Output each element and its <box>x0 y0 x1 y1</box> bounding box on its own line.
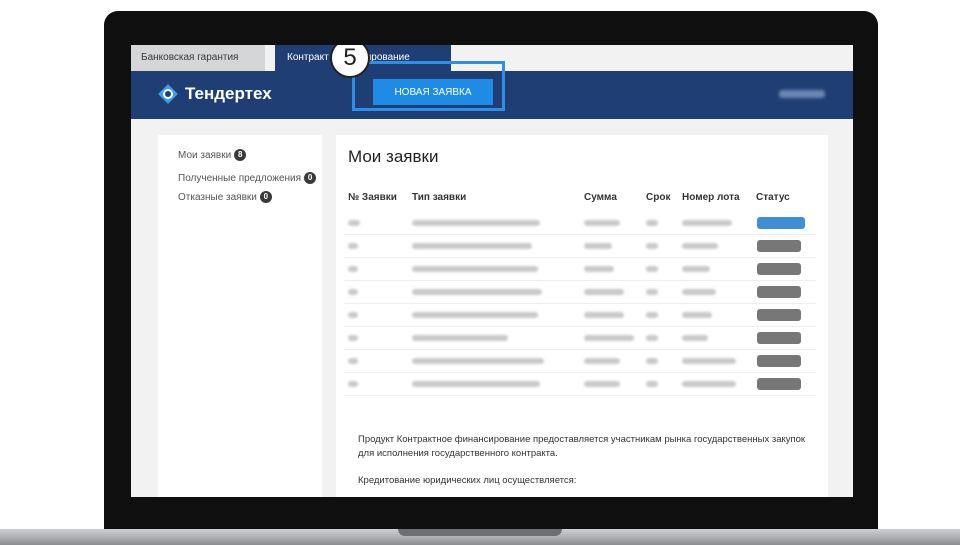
column-header-lot[interactable]: Номер лота <box>682 192 740 203</box>
table-row[interactable] <box>336 327 828 350</box>
blurred-cell <box>646 312 658 318</box>
blurred-cell <box>646 220 658 226</box>
sidebar-item-my-requests[interactable]: Мои заявки 8 <box>178 149 247 161</box>
blurred-cell <box>348 220 360 226</box>
row-divider <box>344 395 816 396</box>
blurred-cell <box>348 289 358 295</box>
blurred-cell <box>412 289 542 295</box>
blurred-cell <box>348 335 358 341</box>
blurred-cell <box>584 266 614 272</box>
blurred-cell <box>646 289 658 295</box>
blurred-cell <box>646 243 658 249</box>
brand-name: Тендертех <box>185 84 272 103</box>
status-badge <box>757 286 801 298</box>
app-screen: Банковская гарантия Контракт сирование Те… <box>131 45 853 497</box>
sidebar-item-label: Полученные предложения <box>178 172 302 184</box>
user-menu[interactable] <box>779 90 825 98</box>
blurred-cell <box>682 289 716 295</box>
product-description: Продукт Контрактное финансирование предо… <box>358 434 806 459</box>
status-badge <box>757 217 805 229</box>
blurred-cell <box>348 266 358 272</box>
tab-label-part1: Контракт <box>287 52 329 63</box>
blurred-cell <box>682 243 718 249</box>
blurred-cell <box>348 358 358 364</box>
laptop-notch <box>398 529 562 536</box>
blurred-cell <box>682 266 710 272</box>
blurred-cell <box>682 381 736 387</box>
blurred-cell <box>682 358 736 364</box>
table-row[interactable] <box>336 212 828 235</box>
status-badge <box>757 263 801 275</box>
blurred-cell <box>412 266 538 272</box>
table-row[interactable] <box>336 281 828 304</box>
page-title: Мои заявки <box>348 147 439 166</box>
table-row[interactable] <box>336 350 828 373</box>
table-row[interactable] <box>336 373 828 396</box>
status-badge <box>757 355 801 367</box>
blurred-cell <box>348 243 358 249</box>
blurred-cell <box>584 243 612 249</box>
count-badge: 0 <box>259 191 272 203</box>
blurred-cell <box>646 335 658 341</box>
diamond-logo-icon <box>158 84 178 104</box>
tab-bank-guarantee[interactable]: Банковская гарантия <box>131 45 265 71</box>
blurred-cell <box>646 381 658 387</box>
column-header-status[interactable]: Статус <box>756 192 790 203</box>
sidebar-item-label: Отказные заявки <box>178 191 257 203</box>
brand-logo[interactable]: Тендертех <box>157 83 272 105</box>
blurred-cell <box>584 335 634 341</box>
sidebar-item-received-offers[interactable]: Полученные предложения 0 <box>178 172 317 184</box>
blurred-cell <box>584 381 620 387</box>
status-badge <box>757 378 801 390</box>
blurred-cell <box>412 312 538 318</box>
blurred-cell <box>412 358 544 364</box>
table-row[interactable] <box>336 258 828 281</box>
blurred-cell <box>412 243 532 249</box>
status-badge <box>757 309 801 321</box>
sidebar-item-label: Мои заявки <box>178 149 232 161</box>
blurred-cell <box>682 335 708 341</box>
blurred-cell <box>584 289 624 295</box>
blurred-cell <box>412 381 540 387</box>
column-header-term[interactable]: Срок <box>646 192 670 203</box>
tutorial-highlight <box>352 61 505 111</box>
column-header-sum[interactable]: Сумма <box>584 192 617 203</box>
sidebar: Мои заявки 8 Полученные предложения 0 От… <box>158 135 322 497</box>
blurred-cell <box>348 312 358 318</box>
credit-note: Кредитование юридических лиц осуществляе… <box>358 475 577 486</box>
column-header-type[interactable]: Тип заявки <box>412 192 466 203</box>
status-badge <box>757 240 801 252</box>
blurred-cell <box>584 358 620 364</box>
blurred-cell <box>348 381 358 387</box>
count-badge: 0 <box>304 172 317 184</box>
column-header-number[interactable]: № Заявки <box>348 192 397 203</box>
blurred-cell <box>584 312 624 318</box>
main-panel: Мои заявки № Заявки Тип заявки Сумма Сро… <box>336 135 828 497</box>
blurred-cell <box>646 358 658 364</box>
sidebar-item-rejected[interactable]: Отказные заявки 0 <box>178 191 272 203</box>
blurred-cell <box>682 312 712 318</box>
table-row[interactable] <box>336 235 828 258</box>
blurred-cell <box>646 266 658 272</box>
table-row[interactable] <box>336 304 828 327</box>
blurred-cell <box>412 220 540 226</box>
blurred-cell <box>584 220 620 226</box>
blurred-cell <box>412 335 508 341</box>
count-badge: 8 <box>234 149 247 161</box>
status-badge <box>757 332 801 344</box>
blurred-cell <box>682 220 732 226</box>
